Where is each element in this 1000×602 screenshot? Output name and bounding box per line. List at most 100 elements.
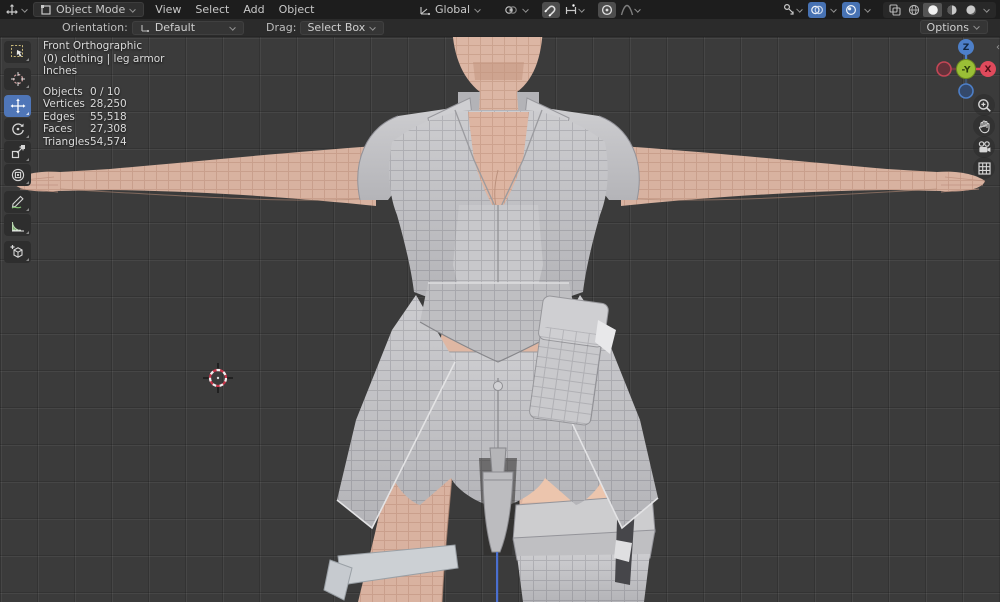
chevron-down-icon: [229, 24, 237, 32]
chevron-down-icon: [634, 6, 642, 14]
proportional-falloff-dropdown[interactable]: [618, 2, 644, 18]
stat-value: 28,250: [90, 98, 127, 110]
menu-view[interactable]: View: [148, 0, 188, 19]
shading-dropdown[interactable]: [983, 6, 991, 14]
stat-label: Vertices: [43, 98, 85, 110]
chevron-down-icon: [578, 6, 586, 14]
toggle-xray-button[interactable]: [885, 3, 904, 17]
magnet-icon: [544, 5, 556, 17]
orientation-value: Default: [154, 21, 196, 34]
menu-select[interactable]: Select: [188, 0, 236, 19]
chevron-down-icon: [369, 24, 377, 32]
chevron-down-icon: [522, 6, 530, 14]
xray-toggle[interactable]: [842, 1, 860, 18]
camera-view-button[interactable]: [973, 136, 995, 158]
shading-mode-group: [883, 1, 996, 18]
show-gizmos-dropdown[interactable]: [780, 2, 806, 18]
shading-rendered-button[interactable]: [961, 3, 980, 17]
xray-sphere-icon: [845, 4, 857, 15]
sidebar-collapse-arrow[interactable]: ‹: [996, 42, 1000, 53]
falloff-curve-icon: [620, 4, 634, 15]
drag-value: Select Box: [307, 21, 366, 34]
menu-add[interactable]: Add: [236, 0, 271, 19]
gizmo-front-label: -Y: [962, 66, 971, 76]
zoom-button[interactable]: [973, 94, 995, 116]
chevron-down-icon: [973, 23, 981, 31]
options-dropdown[interactable]: Options: [919, 20, 988, 34]
chevron-down-icon: [474, 6, 482, 14]
editor-type-icon[interactable]: [5, 3, 29, 17]
tool-shelf: [4, 41, 31, 264]
pivot-point-dropdown[interactable]: [497, 2, 537, 17]
stat-value: 54,574: [90, 135, 127, 148]
gizmo-z-label: Z: [963, 43, 970, 53]
grid-icon: [977, 161, 991, 175]
menu-object[interactable]: Object: [272, 0, 322, 19]
shading-solid-button[interactable]: [923, 2, 942, 17]
camera-icon: [978, 140, 990, 152]
toggle-xray-icon: [888, 3, 901, 16]
stat-label: Objects: [43, 85, 83, 98]
tool-scale[interactable]: [4, 141, 31, 163]
proportional-editing-toggle[interactable]: [598, 1, 617, 18]
snap-toggle[interactable]: [542, 1, 561, 18]
stat-label: Edges: [43, 110, 75, 123]
stat-label: Faces: [43, 123, 73, 135]
solid-sphere-icon: [927, 4, 938, 15]
drag-dropdown[interactable]: Select Box: [300, 20, 385, 35]
transform-orientation-dropdown[interactable]: Global: [412, 2, 489, 17]
stat-value: 0 / 10: [90, 85, 121, 98]
rendered-sphere-icon: [965, 4, 976, 15]
show-overlays-dropdown[interactable]: [828, 2, 840, 18]
gizmo-neg-z-axis[interactable]: [958, 83, 974, 99]
gizmo-x-label: X: [985, 65, 992, 75]
chevron-down-icon: [21, 6, 29, 14]
tool-cursor[interactable]: [4, 68, 31, 90]
tool-transform[interactable]: [4, 164, 31, 186]
shading-material-button[interactable]: [942, 3, 961, 17]
chevron-down-icon: [796, 6, 804, 14]
snap-settings-dropdown[interactable]: [562, 2, 588, 18]
ortho-grid-button[interactable]: [973, 157, 995, 179]
tool-add-cube[interactable]: [4, 241, 31, 263]
orientation-default-icon: [141, 24, 149, 32]
shading-wireframe-button[interactable]: [904, 3, 923, 17]
proportional-editing-icon: [602, 4, 613, 15]
active-collection-text: (0) clothing | leg armor: [43, 52, 165, 65]
viewport-header: Object Mode View Select Add Object Globa…: [0, 0, 1000, 19]
orientation-dropdown[interactable]: Default: [131, 20, 245, 35]
stat-value: 27,308: [90, 123, 127, 135]
tool-select-box[interactable]: [4, 41, 31, 63]
tool-annotate[interactable]: [4, 191, 31, 213]
gizmo-neg-x-axis[interactable]: [936, 61, 952, 77]
mode-dropdown[interactable]: Object Mode: [33, 2, 145, 17]
units-text: Inches: [43, 65, 78, 77]
magnifier-plus-icon: [977, 98, 991, 112]
overlays-icon: [811, 5, 824, 14]
stat-label: Triangles: [43, 135, 90, 148]
wireframe-sphere-icon: [908, 4, 919, 15]
tool-rotate[interactable]: [4, 118, 31, 140]
options-label: Options: [926, 20, 969, 34]
hand-icon: [978, 119, 990, 133]
xray-dropdown[interactable]: [862, 2, 874, 18]
stat-value: 55,518: [90, 110, 127, 123]
material-sphere-icon: [946, 4, 957, 15]
orientation-label: Orientation:: [62, 21, 128, 34]
mode-dropdown-label: Object Mode: [56, 3, 126, 16]
show-overlays-toggle[interactable]: [808, 1, 826, 18]
navigation-axis-gizmo[interactable]: Z X -Y: [933, 36, 999, 102]
object-mode-icon: [41, 4, 51, 15]
orientation-axes-icon: [420, 6, 431, 15]
drag-label: Drag:: [266, 21, 297, 34]
chevron-down-icon: [129, 6, 137, 14]
chevron-down-icon: [830, 6, 838, 14]
snap-increment-icon: [565, 3, 577, 14]
3d-cursor: [203, 363, 233, 393]
gizmo-icon: [783, 3, 794, 15]
scene-statistics: Objects 0 / 10 Vertices 28,250 Edges 55,518…: [43, 86, 164, 149]
tool-move[interactable]: [4, 95, 31, 117]
pan-button[interactable]: [973, 115, 995, 137]
chevron-down-icon: [864, 6, 872, 14]
tool-measure[interactable]: [4, 214, 31, 236]
